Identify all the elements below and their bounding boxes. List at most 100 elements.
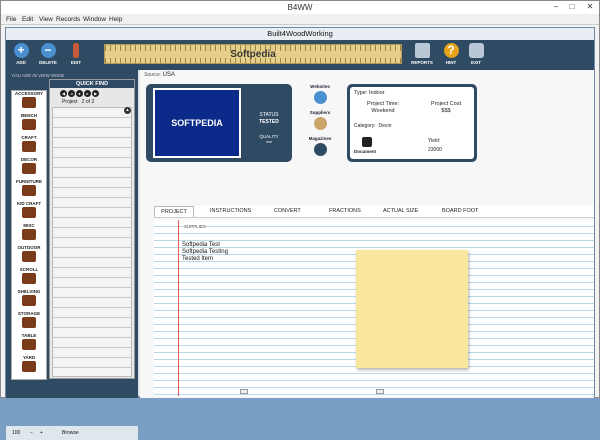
- quick-find-list[interactable]: [52, 107, 132, 377]
- first-record-icon[interactable]: ◀: [60, 90, 67, 97]
- outdoor-icon: [22, 251, 36, 262]
- page-indicator[interactable]: [240, 389, 248, 394]
- sticky-note[interactable]: [356, 250, 468, 368]
- margin-line: [178, 220, 179, 396]
- project-time-value: Weekend: [371, 108, 395, 114]
- category-table[interactable]: TABLE: [12, 333, 46, 355]
- reports-button[interactable]: REPORTS: [411, 43, 433, 65]
- category-kid-craft[interactable]: KID CRAFT: [12, 201, 46, 223]
- source-field: Source: USA: [144, 72, 175, 78]
- zoom-level[interactable]: 100: [12, 426, 20, 440]
- category-craft[interactable]: CRAFT: [12, 135, 46, 157]
- page-indicator[interactable]: [376, 389, 384, 394]
- prev-record-icon[interactable]: ◂: [68, 90, 75, 97]
- document-icon[interactable]: [362, 137, 372, 147]
- tab-board-foot[interactable]: BOARD FOOT: [442, 206, 478, 217]
- category-list: ACCESSORY BENCH CRAFT DECOR FURNITURE KI…: [11, 90, 47, 380]
- project-cost-label: Project Cost: [431, 101, 461, 107]
- plus-icon: +: [13, 43, 29, 58]
- add-button[interactable]: + ADD: [10, 43, 32, 65]
- record-icon[interactable]: ●: [76, 90, 83, 97]
- project-image[interactable]: SOFTPEDIA: [153, 88, 241, 158]
- menu-file[interactable]: File: [6, 14, 16, 25]
- supplies-list: Softpedia Test Softpedia Testing Tested …: [182, 242, 228, 263]
- zoom-minus-icon[interactable]: −: [30, 426, 33, 440]
- list-item: Softpedia Testing: [182, 249, 228, 255]
- info-card: Type: Indoor Project Time: Weekend Proje…: [350, 87, 474, 159]
- menu-view[interactable]: View: [39, 14, 53, 25]
- table-icon: [22, 339, 36, 350]
- ruler-ticks: [105, 58, 401, 63]
- list-item: Tested Item: [182, 256, 214, 262]
- category-misc[interactable]: MISC: [12, 223, 46, 245]
- category-accessory[interactable]: ACCESSORY: [12, 91, 46, 113]
- decor-icon: [22, 163, 36, 174]
- edit-button[interactable]: EDIT: [65, 43, 87, 65]
- tab-bar: PROJECT INSTRUCTIONS CONVERT FRACTIONS A…: [154, 206, 594, 218]
- last-record-icon[interactable]: ▶: [92, 90, 99, 97]
- app-window: B4WW – □ ✕ File Edit View Records Window…: [0, 0, 600, 440]
- next-record-icon[interactable]: ▸: [84, 90, 91, 97]
- quality-value: ***: [266, 141, 272, 147]
- category-storage[interactable]: STORAGE: [12, 311, 46, 333]
- hint-button[interactable]: ? HINT: [440, 43, 462, 65]
- minimize-button[interactable]: –: [549, 1, 563, 13]
- document-title: Built4WoodWorking: [6, 28, 594, 40]
- list-item: Softpedia Test: [182, 242, 220, 248]
- quick-find-title: QUICK FIND: [50, 80, 134, 88]
- reports-icon: [414, 43, 430, 58]
- craft-icon: [22, 141, 36, 152]
- exit-button[interactable]: EXIT: [465, 43, 487, 65]
- toolbar: + ADD − DELETE EDIT Softpedia REPORTS ?: [6, 40, 594, 70]
- view-mode-label: YOU ARE IN VIEW MODE: [11, 73, 65, 78]
- accessory-icon: [22, 97, 36, 108]
- category-decor[interactable]: DECOR: [12, 157, 46, 179]
- category-yard[interactable]: YARD: [12, 355, 46, 377]
- quality-label: QUALITY: [259, 134, 279, 139]
- project-cost-value: $$$: [441, 108, 451, 114]
- menu-help[interactable]: Help: [109, 14, 122, 25]
- magazines-link[interactable]: Magazines: [302, 136, 338, 156]
- suppliers-link[interactable]: Suppliers: [302, 110, 338, 130]
- document-window: Built4WoodWorking + ADD − DELETE EDIT So…: [5, 27, 595, 440]
- exit-icon: [468, 43, 484, 58]
- category-shelving[interactable]: SHELVING: [12, 289, 46, 311]
- record-navigator: ◀ ◂ ● ▸ ▶: [60, 90, 100, 97]
- tab-instructions[interactable]: INSTRUCTIONS: [210, 206, 251, 217]
- tab-project[interactable]: PROJECT: [154, 206, 194, 217]
- project-counter: Project 2 of 2: [62, 99, 95, 105]
- delete-button[interactable]: − DELETE: [37, 43, 59, 65]
- suppliers-icon: [313, 117, 327, 130]
- websites-link[interactable]: Websites: [302, 84, 338, 104]
- ruler-banner: Softpedia: [104, 44, 402, 64]
- yield-label: Yield:: [428, 138, 441, 144]
- status-bar: 100 − + Browse: [6, 426, 138, 440]
- type-field: Type: Indoor: [354, 90, 385, 96]
- zoom-plus-icon[interactable]: +: [40, 426, 43, 440]
- category-field: Category: Decor: [354, 123, 392, 129]
- question-icon: ?: [443, 43, 459, 58]
- category-outdoor[interactable]: OUTDOOR: [12, 245, 46, 267]
- close-button[interactable]: ✕: [583, 1, 597, 13]
- tab-fractions[interactable]: FRACTIONS: [329, 206, 361, 217]
- supplies-sheet[interactable]: SUPPLIES Softpedia Test Softpedia Testin…: [154, 220, 594, 396]
- status-value: TESTED: [259, 119, 279, 125]
- info-panel: Type: Indoor Project Time: Weekend Proje…: [347, 84, 477, 162]
- maximize-button[interactable]: □: [565, 1, 579, 13]
- window-title: B4WW: [1, 1, 599, 14]
- category-furniture[interactable]: FURNITURE: [12, 179, 46, 201]
- menu-edit[interactable]: Edit: [22, 14, 33, 25]
- image-panel: SOFTPEDIA STATUS TESTED QUALITY ***: [146, 84, 292, 162]
- shelving-icon: [22, 295, 36, 306]
- scroll-icon: [22, 273, 36, 284]
- project-time-label: Project Time:: [366, 101, 400, 107]
- furniture-icon: [22, 185, 36, 196]
- tab-convert[interactable]: CONVERT: [274, 206, 301, 217]
- category-scroll[interactable]: SCROLL: [12, 267, 46, 289]
- category-bench[interactable]: BENCH: [12, 113, 46, 135]
- tab-actual-size[interactable]: ACTUAL SIZE: [383, 206, 418, 217]
- left-pane: YOU ARE IN VIEW MODE ACCESSORY BENCH CRA…: [6, 70, 138, 440]
- menu-records[interactable]: Records: [56, 14, 80, 25]
- menu-window[interactable]: Window: [83, 14, 106, 25]
- scroll-up-icon[interactable]: ▴: [124, 107, 131, 114]
